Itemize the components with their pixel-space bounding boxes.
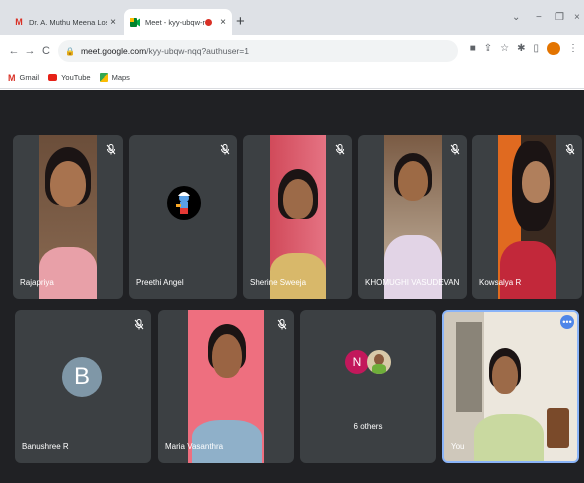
side-panel-icon[interactable]: ▯	[533, 43, 539, 54]
participant-tile-khomughi-vasudevan[interactable]: KHOMUGHI VASUDEVAN	[358, 135, 467, 299]
close-tab-icon[interactable]: ×	[220, 17, 226, 28]
self-view-tile[interactable]: ••• You	[442, 310, 579, 463]
meet-icon	[130, 17, 140, 27]
new-tab-button[interactable]: +	[236, 13, 245, 30]
participant-video	[384, 135, 442, 299]
extensions-icon[interactable]: ✱	[517, 43, 525, 54]
bookmark-youtube[interactable]: YouTube	[48, 73, 91, 82]
close-window-icon[interactable]: ×	[574, 12, 580, 23]
gmail-icon: M	[15, 17, 23, 27]
mic-muted-icon	[220, 144, 230, 155]
browser-tab-strip: M Dr. A. Muthu Meena Losini is in × Meet…	[0, 0, 584, 35]
toolbar-icons: ■ ⇪ ☆ ✱ ▯ ⋮	[470, 42, 578, 55]
bookmark-label: Gmail	[19, 73, 40, 82]
close-tab-icon[interactable]: ×	[110, 17, 116, 28]
meet-stage: Rajapriya Preethi Angel Sherine Sweeja K…	[0, 90, 584, 483]
mic-muted-icon	[450, 144, 460, 155]
participant-name: Preethi Angel	[136, 278, 184, 287]
participant-name: KHOMUGHI VASUDEVAN	[365, 278, 460, 287]
tab-gmail[interactable]: M Dr. A. Muthu Meena Losini is in ×	[8, 9, 122, 35]
participant-tile-rajapriya[interactable]: Rajapriya	[13, 135, 123, 299]
bookmark-maps[interactable]: Maps	[99, 73, 130, 82]
gmail-icon: M	[8, 72, 16, 83]
forward-icon[interactable]: →	[22, 45, 38, 57]
others-count: 6 others	[353, 422, 383, 431]
mic-muted-icon	[277, 319, 287, 330]
profile-avatar[interactable]	[547, 42, 560, 55]
menu-kebab-icon[interactable]: ⋮	[568, 43, 578, 54]
restore-icon[interactable]: ❐	[555, 12, 564, 23]
camera-in-use-icon[interactable]: ■	[470, 43, 476, 54]
mic-muted-icon	[106, 144, 116, 155]
browser-toolbar: ← → C 🔒 meet.google.com/kyy-ubqw-nqq?aut…	[0, 35, 584, 67]
address-bar[interactable]: 🔒 meet.google.com/kyy-ubqw-nqq?authuser=…	[58, 40, 458, 62]
minimize-icon[interactable]: −	[536, 12, 542, 23]
participant-video	[39, 135, 97, 299]
reload-icon[interactable]: C	[38, 45, 54, 57]
participant-name: Banushree R	[22, 442, 69, 451]
participant-name: Kowsalya R	[479, 278, 522, 287]
share-icon[interactable]: ⇪	[484, 43, 492, 54]
bookmark-label: YouTube	[61, 73, 91, 82]
more-options-icon[interactable]: •••	[560, 315, 574, 329]
bookmark-star-icon[interactable]: ☆	[500, 43, 509, 54]
tab-title: Dr. A. Muthu Meena Losini is in	[29, 17, 107, 27]
url-host: meet.google.com	[80, 46, 147, 56]
avatar: N	[345, 350, 369, 374]
participant-name: Maria Vasanthra	[165, 442, 224, 451]
url-path: /kyy-ubqw-nqq?authuser=1	[146, 46, 249, 56]
maps-icon	[99, 73, 108, 82]
participant-video	[188, 310, 264, 463]
mic-muted-icon	[335, 144, 345, 155]
back-icon[interactable]: ←	[6, 45, 22, 57]
participant-tile-maria-vasanthra[interactable]: Maria Vasanthra	[158, 310, 294, 463]
bookmark-label: Maps	[111, 73, 130, 82]
others-tile[interactable]: N 6 others	[300, 310, 436, 463]
avatar: B	[62, 357, 102, 397]
participant-tile-banushree-r[interactable]: B Banushree R	[15, 310, 151, 463]
participant-name: You	[451, 442, 465, 451]
avatar	[367, 350, 391, 374]
participant-name: Rajapriya	[20, 278, 54, 287]
profile-picture	[167, 186, 201, 220]
tab-search-icon[interactable]: ⌄	[512, 12, 520, 23]
tab-title: Meet - kyy-ubqw-nqq	[145, 17, 206, 27]
mic-muted-icon	[565, 144, 575, 155]
others-avatars: N	[345, 350, 391, 374]
participant-tile-kowsalya-r[interactable]: Kowsalya R	[472, 135, 582, 299]
mic-muted-icon	[134, 319, 144, 330]
bookmark-gmail[interactable]: M Gmail	[8, 73, 39, 83]
lock-icon: 🔒	[65, 46, 75, 56]
bookmarks-bar: M Gmail YouTube Maps	[0, 67, 584, 89]
tab-meet[interactable]: Meet - kyy-ubqw-nqq ×	[124, 9, 232, 35]
self-video	[444, 312, 577, 461]
recording-indicator-icon	[205, 18, 213, 26]
participant-video	[270, 135, 326, 299]
participant-tile-preethi-angel[interactable]: Preethi Angel	[129, 135, 237, 299]
participant-video	[498, 135, 556, 299]
youtube-icon	[48, 74, 58, 81]
participant-name: Sherine Sweeja	[250, 278, 307, 287]
participant-tile-sherine-sweeja[interactable]: Sherine Sweeja	[243, 135, 352, 299]
